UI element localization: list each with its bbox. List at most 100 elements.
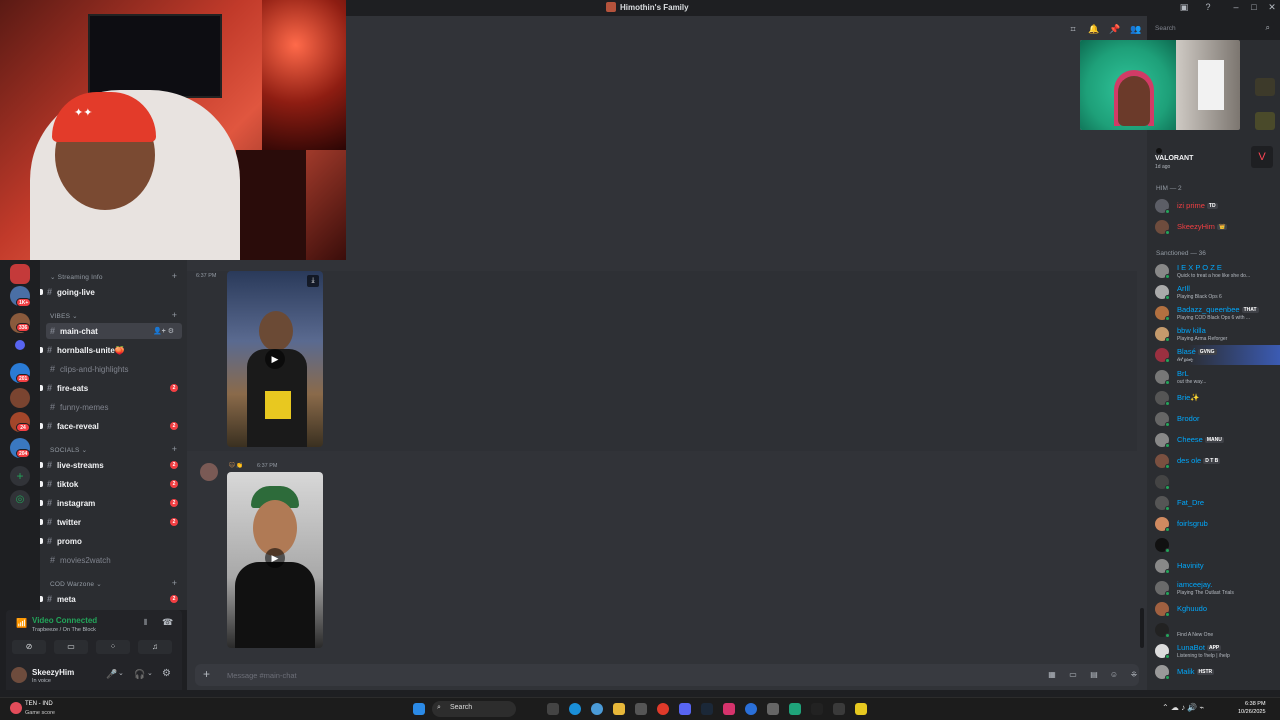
member-row[interactable]: Malik HSTR xyxy=(1147,662,1280,682)
add-channel-icon[interactable]: + xyxy=(172,310,177,320)
maximize-icon[interactable]: □ xyxy=(1249,2,1259,12)
gif-icon[interactable]: ▭ xyxy=(1068,670,1078,680)
channel-settings-icon[interactable]: 👤+ ⚙ xyxy=(153,327,174,335)
member-name[interactable]: Kghuudo xyxy=(1177,604,1207,613)
member-row[interactable]: bbw killa Playing Arma Reforger xyxy=(1147,324,1280,344)
soundboard-button[interactable]: ♫ xyxy=(138,640,172,654)
camera-off-button[interactable]: ⊘ xyxy=(12,640,46,654)
discover-icon[interactable]: ◎ xyxy=(10,490,30,510)
activity-thumb[interactable] xyxy=(1255,112,1275,130)
noise-suppression-icon[interactable]: ⦀ xyxy=(144,618,148,628)
video-attachment[interactable]: ▶ ⤓ xyxy=(227,271,323,447)
category-streaming-info[interactable]: ⌄ Streaming Info xyxy=(50,273,103,281)
help-icon[interactable]: ? xyxy=(1203,2,1213,12)
system-tray-icons[interactable]: ⌃ ☁ ♪ 🔊 ⌁ xyxy=(1162,703,1204,712)
member-name[interactable]: Fat_Dre xyxy=(1177,498,1204,507)
member-row[interactable]: SkeezyHim 👑 xyxy=(1147,217,1280,237)
discord-icon[interactable] xyxy=(679,703,691,715)
member-name[interactable]: Malik HSTR xyxy=(1177,667,1215,676)
clock[interactable]: 6:38 PM 10/26/2025 xyxy=(1238,700,1266,716)
play-icon[interactable]: ▶ xyxy=(265,349,285,369)
bell-icon[interactable]: 🔔 xyxy=(1088,23,1100,35)
battlenet-icon[interactable] xyxy=(745,703,757,715)
start-icon[interactable] xyxy=(413,703,425,715)
channel-movies2watch[interactable]: # movies2watch xyxy=(40,552,187,568)
close-icon[interactable]: ✕ xyxy=(1267,2,1277,12)
member-name[interactable]: Brodor xyxy=(1177,414,1200,423)
member-row[interactable]: foirlsgrub xyxy=(1147,514,1280,534)
channel-fire-eats[interactable]: # fire-eats 2 xyxy=(40,380,187,396)
search-input[interactable]: Search ⌕ xyxy=(1150,22,1274,36)
member-name[interactable]: des ole D T B xyxy=(1177,456,1221,465)
member-row[interactable]: Brie✨ xyxy=(1147,388,1280,408)
server-icon[interactable] xyxy=(10,264,30,284)
member-row[interactable]: Havinity xyxy=(1147,556,1280,576)
member-row[interactable]: Brodor xyxy=(1147,409,1280,429)
member-name[interactable]: SkeezyHim 👑 xyxy=(1177,222,1228,231)
channel-going-live[interactable]: # going-live xyxy=(40,284,187,300)
member-name[interactable]: Badazz_queenbee THAT xyxy=(1177,305,1259,314)
search-placeholder[interactable]: Search xyxy=(1155,25,1176,32)
activity-thumb[interactable] xyxy=(1255,78,1275,96)
message-composer[interactable]: + Message #main-chat ▦ ▭ ▤ ☺ ⁜ xyxy=(195,664,1139,686)
steam-icon[interactable] xyxy=(701,703,713,715)
copilot-icon[interactable] xyxy=(591,703,603,715)
avatar[interactable] xyxy=(200,463,218,481)
folder-icon[interactable] xyxy=(15,340,25,350)
edge-icon[interactable] xyxy=(569,703,581,715)
member-row[interactable]: Fat_Dre xyxy=(1147,493,1280,513)
attach-plus-icon[interactable]: + xyxy=(203,667,210,681)
member-row[interactable]: ArIll Playing Black Ops 6 xyxy=(1147,282,1280,302)
scrollbar[interactable] xyxy=(1140,608,1144,648)
download-icon[interactable]: ⤓ xyxy=(307,275,319,287)
member-name[interactable]: Cheese MANU xyxy=(1177,435,1224,444)
threads-icon[interactable]: ⌗ xyxy=(1067,23,1079,35)
member-row[interactable]: des ole D T B xyxy=(1147,451,1280,471)
member-name[interactable]: izi prime TD xyxy=(1177,201,1218,210)
pin-icon[interactable]: 📌 xyxy=(1109,23,1121,35)
channel-promo[interactable]: # promo xyxy=(40,533,187,549)
instagram-icon[interactable] xyxy=(723,703,735,715)
headphones-icon[interactable]: 🎧 xyxy=(134,669,145,680)
chevron-down-icon[interactable]: ⌄ xyxy=(118,669,124,677)
avatar[interactable] xyxy=(11,667,27,683)
app-icon[interactable] xyxy=(635,703,647,715)
member-name[interactable]: Blasé GVNG xyxy=(1177,347,1217,356)
xbox-icon[interactable] xyxy=(833,703,845,715)
app-icon[interactable] xyxy=(789,703,801,715)
voice-location[interactable]: Trapbeeze / On The Block xyxy=(32,627,96,633)
microphone-icon[interactable]: 🎤 xyxy=(106,669,117,680)
member-row[interactable]: iamceejay. Playing The Outlast Trials xyxy=(1147,578,1280,598)
signal-icon[interactable]: 📶 xyxy=(16,618,27,629)
screen-share-button[interactable]: ▭ xyxy=(54,640,88,654)
file-explorer-icon[interactable] xyxy=(613,703,625,715)
member-list-icon[interactable]: 👥 xyxy=(1130,23,1142,35)
member-row[interactable]: Blasé GVNG 𝓁𝑒𝓉 𝑔𝑜𝒹𝓏 xyxy=(1147,345,1280,366)
member-row[interactable]: LunaBot APP Listening to !help | /help xyxy=(1147,641,1280,661)
sticky-notes-icon[interactable] xyxy=(855,703,867,715)
server-icon[interactable] xyxy=(10,388,30,408)
member-row[interactable]: izi prime TD xyxy=(1147,196,1280,216)
member-name[interactable]: Brie✨ xyxy=(1177,393,1200,402)
member-row[interactable] xyxy=(1147,472,1280,492)
member-name[interactable]: iamceejay. xyxy=(1177,580,1212,589)
taskbar-search[interactable]: ⌕ Search xyxy=(432,701,516,717)
task-view-icon[interactable] xyxy=(547,703,559,715)
play-icon[interactable]: ▶ xyxy=(265,548,285,568)
channel-twitter[interactable]: # twitter 2 xyxy=(40,514,187,530)
member-name[interactable]: I E X P O Z E xyxy=(1177,263,1222,272)
channel-main-chat[interactable]: # main-chat 👤+ ⚙ xyxy=(46,323,182,339)
apps-icon[interactable]: ⁜ xyxy=(1129,670,1139,680)
search-icon[interactable]: ⌕ xyxy=(1266,23,1270,33)
add-channel-icon[interactable]: + xyxy=(172,578,177,588)
video-attachment[interactable]: ▶ xyxy=(227,472,323,648)
widget-title[interactable]: TEN - IND xyxy=(25,701,53,707)
category-cod-warzone[interactable]: COD Warzone ⌄ xyxy=(50,580,102,588)
member-row[interactable] xyxy=(1147,535,1280,555)
add-channel-icon[interactable]: + xyxy=(172,271,177,281)
member-row[interactable]: Badazz_queenbee THAT Playing COD Black Ops… xyxy=(1147,303,1280,323)
composer-placeholder[interactable]: Message #main-chat xyxy=(227,671,297,680)
member-name[interactable]: ArIll xyxy=(1177,284,1190,293)
member-row[interactable]: Kghuudo xyxy=(1147,599,1280,619)
member-row[interactable]: I E X P O Z E Quick to treat a hoe like s… xyxy=(1147,261,1280,281)
